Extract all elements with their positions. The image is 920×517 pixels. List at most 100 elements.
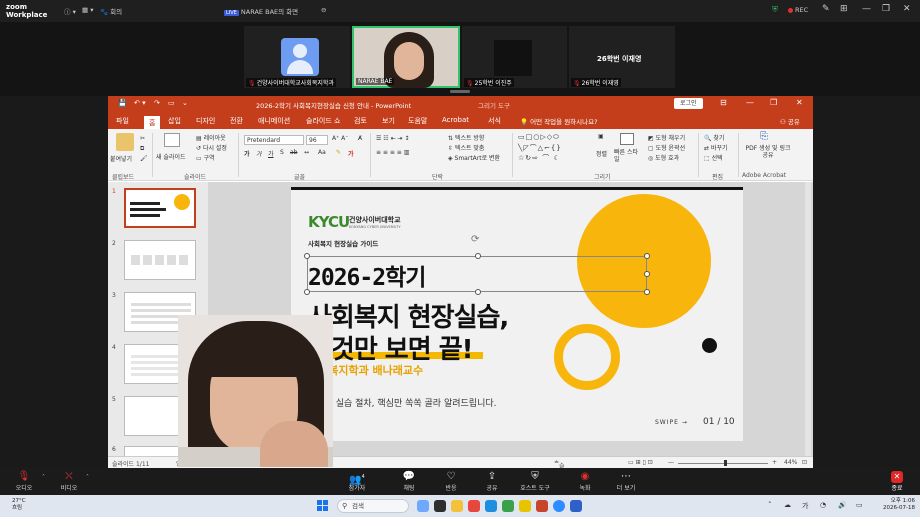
resize-handle[interactable]	[644, 253, 650, 259]
quick-styles-icon[interactable]	[620, 133, 634, 145]
edge-icon[interactable]	[485, 500, 497, 512]
minimize-icon[interactable]: —	[746, 98, 754, 107]
undo-icon[interactable]: ↶ ▾	[134, 99, 146, 107]
restore-icon[interactable]: ❐	[882, 4, 890, 14]
new-slide-icon[interactable]	[164, 133, 180, 147]
video-button[interactable]: ⛌ 비디오	[49, 471, 89, 492]
bullets-icon[interactable]: ☰ ☷ ⇤ ⇥ ↕	[376, 135, 409, 142]
reactions-button[interactable]: ♡ 반응	[431, 471, 471, 492]
onedrive-icon[interactable]: ☁	[784, 501, 791, 509]
select-button[interactable]: ⬚ 선택	[704, 153, 723, 162]
zoom-workplace-icon[interactable]	[570, 500, 582, 512]
yellow-ring-shape[interactable]	[554, 324, 620, 390]
shapes-gallery[interactable]: ▭□○▷◇⬭	[518, 133, 560, 142]
minus-circle-icon[interactable]: ⊖	[321, 6, 326, 14]
cut-icon[interactable]: ✂	[140, 135, 145, 142]
quick-styles-button[interactable]: 빠른 스타일	[614, 149, 642, 163]
video-tile-active[interactable]: NARAE BAE	[352, 26, 460, 88]
kakao-icon[interactable]	[519, 500, 531, 512]
zoom-slider-thumb[interactable]	[724, 460, 727, 466]
task-view-icon[interactable]	[434, 500, 446, 512]
copy-icon[interactable]: ⧉	[140, 145, 144, 153]
font-color-icon[interactable]: 가	[348, 149, 354, 158]
taskbar-clock[interactable]: 오후 1:06 2026-07-18	[877, 498, 915, 512]
close-icon[interactable]: ✕	[903, 4, 911, 14]
zoom-slider[interactable]	[678, 463, 768, 464]
italic-icon[interactable]: 가	[256, 149, 262, 158]
notes-button[interactable]: ≐ 슬라이드 노트	[554, 459, 565, 515]
battery-icon[interactable]: ▭	[856, 501, 863, 509]
presenter-video[interactable]	[178, 315, 333, 467]
tab-acrobat[interactable]: Acrobat	[442, 116, 469, 124]
shape-effects-button[interactable]: ◎ 도형 효과	[648, 153, 679, 162]
share-button[interactable]: ⚇ 공유	[780, 116, 800, 126]
wifi-icon[interactable]: ◔	[820, 501, 826, 509]
arrange-icon[interactable]: ▣	[598, 133, 604, 140]
slideshow-icon[interactable]: ▭	[168, 99, 175, 107]
font-size-select[interactable]: 96	[306, 135, 328, 145]
more-button[interactable]: ⋯ 더 보기	[606, 471, 646, 492]
participants-button[interactable]: 👥4 참가자	[337, 471, 377, 492]
zoom-percent[interactable]: 44%	[784, 459, 797, 466]
bold-icon[interactable]: 가	[244, 149, 250, 158]
pen-icon[interactable]: ✎	[822, 4, 830, 14]
arrange-button[interactable]: 정렬	[596, 149, 607, 158]
tab-help[interactable]: 도움말	[408, 116, 427, 126]
video-tile[interactable]: 🎙25학번 이진주	[462, 26, 567, 88]
underline-icon[interactable]: 가	[268, 149, 274, 158]
pdf-share-button[interactable]: PDF 생성 및 링크 공유	[744, 145, 792, 159]
slide-canvas[interactable]: KYCU 건양사이버대학교 KONYANG CYBER UNIVERSITY 사…	[291, 187, 743, 441]
tab-view[interactable]: 보기	[382, 116, 395, 126]
minimize-icon[interactable]: —	[862, 4, 871, 14]
chevron-up-icon[interactable]: ˄	[768, 501, 772, 509]
save-icon[interactable]: 💾	[118, 99, 127, 107]
host-tools-button[interactable]: ⛨ 호스트 도구	[515, 471, 555, 492]
language-icon[interactable]: 가	[802, 501, 808, 511]
text-direction-button[interactable]: ⇅ 텍스트 방향	[448, 133, 484, 142]
shape-fill-button[interactable]: ◩ 도형 채우기	[648, 133, 685, 142]
meeting-info[interactable]: 🐾 회의	[100, 6, 122, 16]
store-icon[interactable]	[502, 500, 514, 512]
shapes-gallery-row2[interactable]: ╲◸⌒△⌐{}	[518, 143, 562, 153]
shadow-icon[interactable]: S	[280, 149, 284, 156]
chevron-up-icon[interactable]: ˄	[42, 474, 45, 481]
restore-icon[interactable]: ❐	[770, 98, 777, 107]
vertical-scrollbar[interactable]	[805, 182, 811, 456]
powerpoint-icon[interactable]	[536, 500, 548, 512]
black-dot-shape[interactable]	[702, 338, 717, 353]
grid-icon[interactable]: ▦ ▾	[82, 6, 93, 14]
ribbon-display-icon[interactable]: ⊟	[720, 98, 727, 107]
shape-outline-button[interactable]: ▢ 도형 윤곽선	[648, 143, 685, 152]
zoom-app-icon[interactable]	[553, 500, 565, 512]
weather-widget[interactable]: 27°C 흐림	[12, 498, 26, 512]
font-grow-icon[interactable]: A⁺ A⁻	[332, 135, 348, 142]
align-icons[interactable]: ≡ ≡ ≡ ≡ ▥	[376, 149, 409, 156]
paste-icon[interactable]	[116, 133, 134, 151]
strikethrough-icon[interactable]: ab	[290, 149, 298, 156]
char-spacing-icon[interactable]: ↔	[304, 149, 309, 156]
paste-button[interactable]: 붙여넣기	[110, 154, 132, 163]
chrome-icon[interactable]	[468, 500, 480, 512]
tab-format[interactable]: 서식	[488, 116, 501, 126]
tab-insert[interactable]: 삽입	[168, 116, 181, 126]
case-icon[interactable]: Aa	[318, 149, 326, 156]
format-painter-icon[interactable]: 🖌	[140, 155, 148, 162]
section-button[interactable]: ▭ 구역	[196, 153, 215, 162]
chevron-up-icon[interactable]: ˄	[86, 474, 89, 481]
volume-icon[interactable]: 🔊	[838, 501, 847, 509]
smartart-button[interactable]: ◈ SmartArt로 변환	[448, 153, 500, 162]
layout-button[interactable]: ▤ 레이아웃	[196, 133, 226, 142]
tab-animations[interactable]: 애니메이션	[258, 116, 290, 126]
customize-icon[interactable]: ⌄	[182, 99, 188, 107]
shapes-gallery-row3[interactable]: ☆↻⇨ ⌒ ☾	[518, 153, 561, 163]
tab-transitions[interactable]: 전환	[230, 116, 243, 126]
resize-handle[interactable]	[644, 289, 650, 295]
tab-slideshow[interactable]: 슬라이드 쇼	[306, 116, 340, 126]
slide-thumbnail-2[interactable]	[124, 240, 196, 280]
font-name-select[interactable]: Pretendard	[244, 135, 304, 145]
clear-format-icon[interactable]: A̸	[358, 135, 362, 142]
record-button[interactable]: ◉ 녹화	[565, 471, 605, 492]
share-indicator[interactable]: LIVE NARAE BAE의 화면	[224, 6, 298, 16]
redo-icon[interactable]: ↷	[154, 99, 160, 107]
view-icon[interactable]: ⊞	[840, 4, 848, 14]
